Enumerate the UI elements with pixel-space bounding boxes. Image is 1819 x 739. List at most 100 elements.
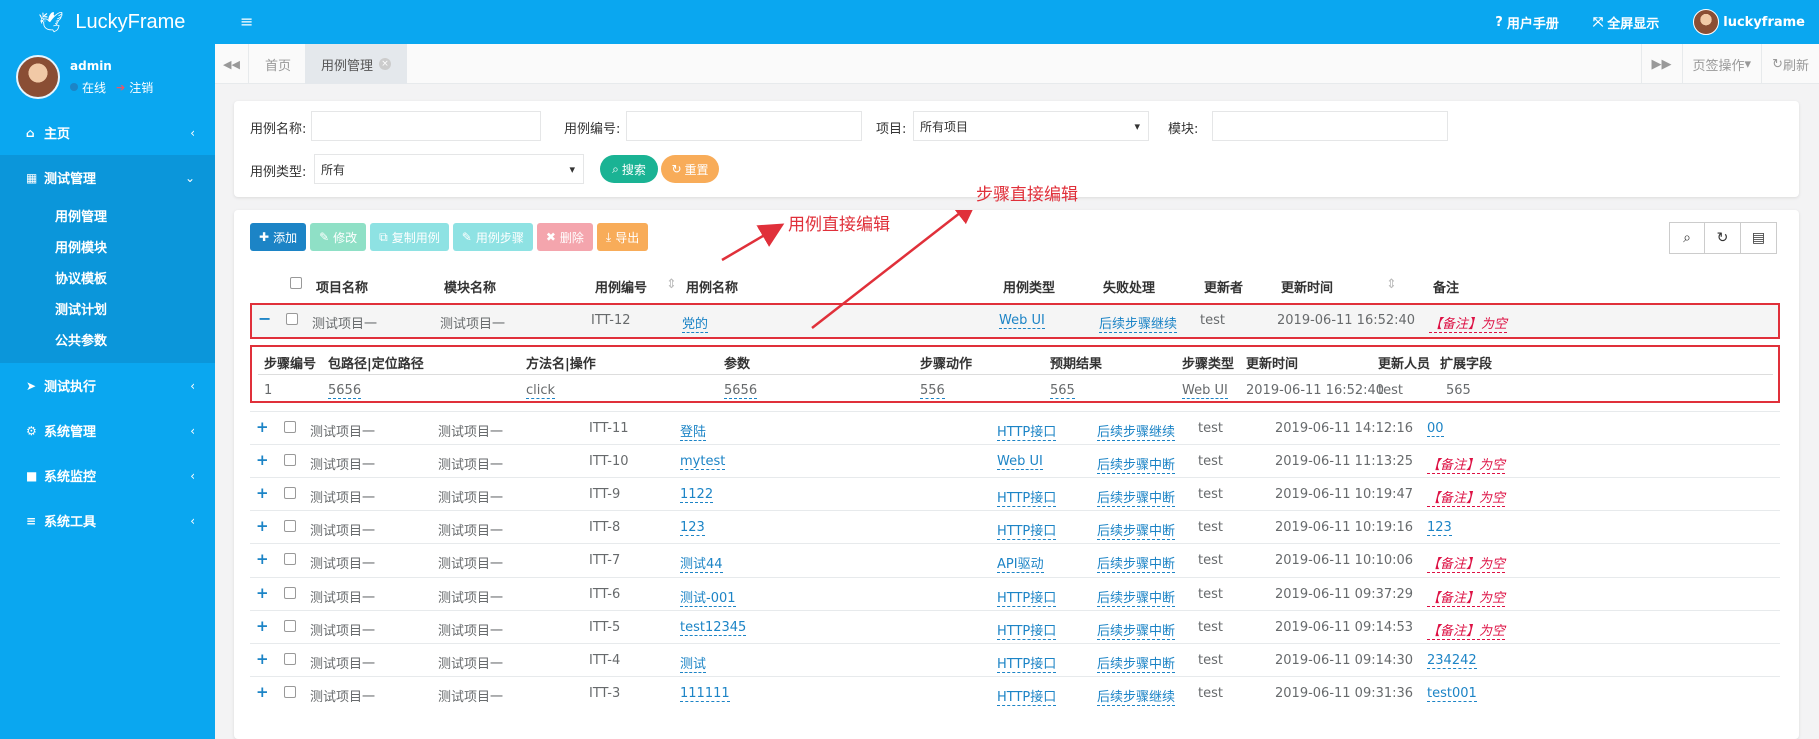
cell-note[interactable]: 【备注】为空 <box>1427 587 1506 607</box>
case-type-select[interactable]: 所有 <box>314 154 584 184</box>
sidebar-item-system-tools[interactable]: ≡ 系统工具 ‹ <box>0 498 215 543</box>
cell-note[interactable]: 【备注】为空 <box>1427 553 1506 574</box>
cell-note[interactable]: 234242 <box>1427 653 1477 669</box>
case-id-input[interactable] <box>626 111 862 141</box>
sidebar-subitem-case-module[interactable]: 用例模块 <box>0 231 215 262</box>
header-case-name[interactable]: 用例名称 <box>686 277 738 296</box>
expand-plus-icon[interactable]: + <box>256 584 269 602</box>
cell-fail-handling[interactable]: 后续步骤中断 <box>1097 454 1176 475</box>
expand-plus-icon[interactable]: + <box>256 418 269 436</box>
table-row[interactable]: + 测试项目一 测试项目一 ITT-11 登陆 HTTP接口 后续步骤继续 test 2019-… <box>250 411 1780 444</box>
header-module[interactable]: 模块名称 <box>444 277 496 296</box>
case-name-input[interactable] <box>311 111 541 141</box>
cell-case-type[interactable]: Web UI <box>999 313 1045 329</box>
select-all-checkbox[interactable] <box>290 277 302 293</box>
cell-case-type[interactable]: HTTP接口 <box>997 520 1057 541</box>
sidebar-item-home[interactable]: ⌂ 主页 ‹ <box>0 110 215 155</box>
refresh-tab-button[interactable]: ↻ 刷新 <box>1761 44 1819 84</box>
cell-fail-handling[interactable]: 后续步骤中断 <box>1097 520 1176 541</box>
table-row[interactable]: + 测试项目一 测试项目一 ITT-7 测试44 API驱动 后续步骤中断 test 2019-… <box>250 543 1780 576</box>
fullscreen-button[interactable]: ⤧ 全屏显示 <box>1593 13 1659 32</box>
tab-operations-dropdown[interactable]: 页签操作 ▾ <box>1681 44 1762 84</box>
user-manual-link[interactable]: ? 用户手册 <box>1495 13 1559 32</box>
edit-button[interactable]: ✎ 修改 <box>310 223 367 251</box>
tab-case-management[interactable]: 用例管理 × <box>305 44 408 84</box>
cell-case-name[interactable]: 测试-001 <box>680 587 736 607</box>
logout-link[interactable]: 注销 <box>129 79 153 96</box>
table-row[interactable]: + 测试项目一 测试项目一 ITT-6 测试-001 HTTP接口 后续步骤中断 test 20… <box>250 576 1780 610</box>
table-row[interactable]: + 测试项目一 测试项目一 ITT-10 mytest Web UI 后续步骤中断 test 2… <box>250 444 1780 477</box>
header-case-type[interactable]: 用例类型 <box>1003 277 1055 296</box>
case-steps-button[interactable]: ✎ 用例步骤 <box>452 223 533 251</box>
detail-action[interactable]: 556 <box>920 383 945 399</box>
row-checkbox[interactable] <box>284 586 296 603</box>
sidebar-item-system-management[interactable]: ⚙ 系统管理 ‹ <box>0 408 215 453</box>
detail-path[interactable]: 5656 <box>328 383 362 399</box>
cell-case-type[interactable]: HTTP接口 <box>997 587 1057 607</box>
cell-note[interactable]: 【备注】为空 <box>1427 620 1506 640</box>
sidebar-item-system-monitor[interactable]: ■ 系统监控 ‹ <box>0 453 215 498</box>
expand-plus-icon[interactable]: + <box>256 484 269 502</box>
cell-note[interactable]: test001 <box>1427 686 1477 702</box>
table-row[interactable]: + 测试项目一 测试项目一 ITT-3 111111 HTTP接口 后续步骤继续 test 20… <box>250 675 1780 709</box>
cell-fail-handling[interactable]: 后续步骤中断 <box>1097 553 1176 574</box>
row-checkbox[interactable] <box>284 685 296 702</box>
cell-note[interactable]: 【备注】为空 <box>1429 313 1508 333</box>
cell-case-name[interactable]: 1122 <box>680 487 714 504</box>
expand-plus-icon[interactable]: + <box>256 683 269 701</box>
tab-home[interactable]: 首页 <box>249 44 307 84</box>
cell-case-name[interactable]: 党的 <box>682 313 709 333</box>
row-checkbox[interactable] <box>284 487 296 503</box>
logout-icon[interactable]: ➔ <box>116 81 125 94</box>
detail-expected[interactable]: 565 <box>1050 383 1075 399</box>
sidebar-subitem-test-plan[interactable]: 测试计划 <box>0 293 215 324</box>
copy-case-button[interactable]: ⧉ 复制用例 <box>370 223 449 251</box>
cell-fail-handling[interactable]: 后续步骤中断 <box>1097 653 1176 673</box>
cell-fail-handling[interactable]: 后续步骤中断 <box>1097 620 1176 640</box>
cell-case-type[interactable]: HTTP接口 <box>997 620 1057 640</box>
sidebar-item-test-management[interactable]: ▦ 测试管理 ⌄ <box>0 155 215 200</box>
cell-case-type[interactable]: HTTP接口 <box>997 421 1057 441</box>
cell-fail-handling[interactable]: 后续步骤继续 <box>1099 313 1178 333</box>
table-row-expanded[interactable]: − 测试项目一 测试项目一 ITT-12 党的 Web UI 后续步骤继续 te… <box>250 303 1780 339</box>
cell-case-name[interactable]: 测试44 <box>680 553 723 574</box>
cell-case-name[interactable]: 登陆 <box>680 421 707 441</box>
sidebar-subitem-public-params[interactable]: 公共参数 <box>0 324 215 355</box>
row-checkbox[interactable] <box>284 520 296 536</box>
search-toggle-button[interactable]: ⌕ <box>1669 222 1705 254</box>
header-update-time[interactable]: 更新时间 <box>1281 277 1333 296</box>
cell-note[interactable]: 00 <box>1427 421 1444 437</box>
sidebar-item-test-execution[interactable]: ➤ 测试执行 ‹ <box>0 363 215 408</box>
cell-case-name[interactable]: 测试 <box>680 653 707 673</box>
cell-note[interactable]: 【备注】为空 <box>1427 454 1506 475</box>
sort-icon[interactable]: ⇕ <box>1386 277 1397 292</box>
header-case-id[interactable]: 用例编号 <box>595 277 647 296</box>
detail-param[interactable]: 5656 <box>724 383 758 399</box>
module-input[interactable] <box>1212 111 1448 141</box>
sidebar-subitem-protocol-template[interactable]: 协议模板 <box>0 262 215 293</box>
search-button[interactable]: ⌕ 搜索 <box>600 155 658 183</box>
sort-icon[interactable]: ⇕ <box>666 277 677 292</box>
cell-fail-handling[interactable]: 后续步骤中断 <box>1097 487 1176 508</box>
close-icon[interactable]: × <box>379 58 392 70</box>
header-note[interactable]: 备注 <box>1433 277 1459 296</box>
expand-plus-icon[interactable]: + <box>256 517 269 535</box>
row-checkbox[interactable] <box>284 652 296 669</box>
cell-case-type[interactable]: HTTP接口 <box>997 653 1057 673</box>
cell-fail-handling[interactable]: 后续步骤继续 <box>1097 421 1176 441</box>
cell-case-type[interactable]: Web UI <box>997 454 1043 471</box>
row-checkbox[interactable] <box>284 421 296 437</box>
delete-button[interactable]: ✖ 删除 <box>536 223 593 251</box>
columns-button[interactable]: ▤ <box>1741 222 1777 254</box>
expand-plus-icon[interactable]: + <box>256 451 269 469</box>
table-row[interactable]: + 测试项目一 测试项目一 ITT-4 测试 HTTP接口 后续步骤中断 test 2019-0… <box>250 642 1780 676</box>
cell-case-type[interactable]: HTTP接口 <box>997 686 1057 706</box>
detail-method[interactable]: click <box>526 383 556 399</box>
row-checkbox[interactable] <box>284 619 296 636</box>
sidebar-subitem-case-management[interactable]: 用例管理 <box>0 200 215 231</box>
app-logo[interactable]: 🕊 LuckyFrame <box>0 0 215 44</box>
row-checkbox[interactable] <box>284 553 296 569</box>
cell-fail-handling[interactable]: 后续步骤中断 <box>1097 587 1176 607</box>
tab-scroll-right-icon[interactable]: ▶▶ <box>1640 44 1682 84</box>
cell-case-name[interactable]: 123 <box>680 520 705 537</box>
